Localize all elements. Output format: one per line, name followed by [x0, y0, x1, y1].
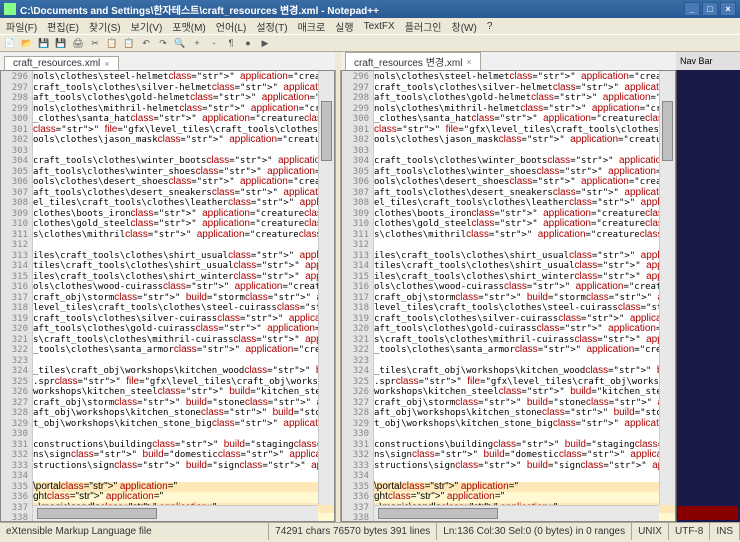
undo-icon[interactable]: ↶ — [138, 35, 154, 51]
menu-item[interactable]: 편집(E) — [43, 19, 83, 34]
scrollbar-vertical[interactable] — [318, 71, 334, 505]
code-area[interactable]: nols\clothes\steel-helmetclass="str">" a… — [33, 71, 334, 521]
menu-item[interactable]: 매크로 — [294, 19, 330, 34]
scrollbar-horizontal[interactable] — [33, 505, 318, 521]
scrollbar-vertical[interactable] — [659, 71, 675, 505]
tab-label: craft_resources.xml — [13, 58, 100, 69]
new-icon[interactable]: 📄 — [2, 35, 18, 51]
save-icon[interactable]: 💾 — [36, 35, 52, 51]
navbar-header: Nav Bar — [676, 52, 740, 70]
nav-bar-panel — [676, 70, 740, 522]
menu-item[interactable]: ? — [483, 21, 497, 32]
tab-left[interactable]: craft_resources.xml × — [4, 56, 119, 70]
editor-left[interactable]: 296 297 298 299 300 301 302 303 304 305 … — [0, 70, 335, 522]
maximize-button[interactable]: □ — [702, 2, 718, 16]
close-button[interactable]: × — [720, 2, 736, 16]
toolbar: 📄 📂 💾 💾 🖨 ✂ 📋 📋 ↶ ↷ 🔍 + - ¶ ● ▶ — [0, 34, 740, 52]
tab-right[interactable]: craft_resources 변경.xml × — [345, 52, 481, 70]
title-bar: C:\Documents and Settings\한자테스트\craft_re… — [0, 0, 740, 18]
menu-item[interactable]: 플러그인 — [401, 19, 446, 34]
menu-item[interactable]: 설정(T) — [252, 19, 291, 34]
menu-item[interactable]: 창(W) — [448, 19, 481, 34]
tab-bar-left: craft_resources.xml × — [0, 52, 335, 70]
save-all-icon[interactable]: 💾 — [53, 35, 69, 51]
split-view: 296 297 298 299 300 301 302 303 304 305 … — [0, 70, 740, 522]
status-pos: Ln:136 Col:30 Sel:0 (0 bytes) in 0 range… — [437, 523, 632, 540]
zoom-out-icon[interactable]: - — [206, 35, 222, 51]
tab-bar-right: craft_resources 변경.xml × — [341, 52, 676, 70]
minimize-button[interactable]: _ — [684, 2, 700, 16]
menu-item[interactable]: 포맷(M) — [168, 19, 209, 34]
menu-item[interactable]: 찾기(S) — [85, 19, 125, 34]
status-enc: UTF-8 — [669, 523, 710, 540]
open-icon[interactable]: 📂 — [19, 35, 35, 51]
record-icon[interactable]: ● — [240, 35, 256, 51]
app-icon — [4, 3, 16, 15]
paste-icon[interactable]: 📋 — [121, 35, 137, 51]
menu-item[interactable]: 보기(V) — [127, 19, 167, 34]
menu-item[interactable]: 실행 — [331, 19, 357, 34]
redo-icon[interactable]: ↷ — [155, 35, 171, 51]
code-area[interactable]: nols\clothes\steel-helmetclass="str">" a… — [374, 71, 675, 521]
wrap-icon[interactable]: ¶ — [223, 35, 239, 51]
tab-label: craft_resources 변경.xml — [354, 54, 462, 69]
line-gutter: 296 297 298 299 300 301 302 303 304 305 … — [342, 71, 374, 521]
window-title: C:\Documents and Settings\한자테스트\craft_re… — [20, 2, 379, 17]
status-ins: INS — [710, 523, 740, 540]
status-lang: eXtensible Markup Language file — [0, 523, 269, 540]
status-chars: 74291 chars 76570 bytes 391 lines — [269, 523, 437, 540]
editor-right[interactable]: 296 297 298 299 300 301 302 303 304 305 … — [341, 70, 676, 522]
menu-item[interactable]: 파일(F) — [2, 19, 41, 34]
find-icon[interactable]: 🔍 — [172, 35, 188, 51]
copy-icon[interactable]: 📋 — [104, 35, 120, 51]
scrollbar-horizontal[interactable] — [374, 505, 659, 521]
status-bar: eXtensible Markup Language file 74291 ch… — [0, 522, 740, 540]
status-eol: UNIX — [632, 523, 669, 540]
close-icon[interactable]: × — [466, 57, 471, 67]
menu-item[interactable]: 언어(L) — [212, 19, 251, 34]
zoom-in-icon[interactable]: + — [189, 35, 205, 51]
play-icon[interactable]: ▶ — [257, 35, 273, 51]
close-icon[interactable]: × — [104, 59, 109, 69]
cut-icon[interactable]: ✂ — [87, 35, 103, 51]
nav-diff-marker — [678, 506, 738, 520]
print-icon[interactable]: 🖨 — [70, 35, 86, 51]
menu-item[interactable]: TextFX — [360, 21, 399, 32]
menu-bar: 파일(F)편집(E)찾기(S)보기(V)포맷(M)언어(L)설정(T)매크로실행… — [0, 18, 740, 34]
line-gutter: 296 297 298 299 300 301 302 303 304 305 … — [1, 71, 33, 521]
